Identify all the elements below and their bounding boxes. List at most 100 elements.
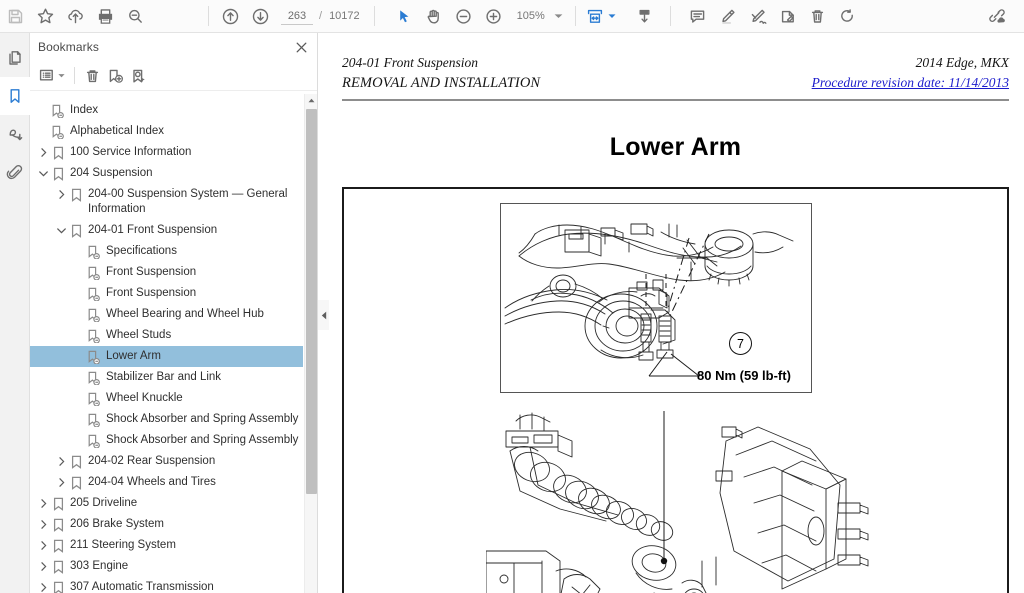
bookmark-item-label: Stabilizer Bar and Link <box>106 371 222 383</box>
page-navigation: / 10172 <box>281 7 360 25</box>
bookmarks-panel-button[interactable] <box>0 77 31 115</box>
add-bookmark-button[interactable] <box>104 64 127 88</box>
pages-icon <box>6 49 24 67</box>
bookmark-icon <box>6 87 24 105</box>
scroll-up-button[interactable] <box>305 94 317 107</box>
bookmark-item[interactable]: Stabilizer Bar and Link <box>30 367 303 388</box>
page-number-input[interactable] <box>281 7 313 25</box>
trash-icon <box>808 7 827 26</box>
page-separator: / <box>319 10 323 22</box>
bookmark-item-label: 204 Suspension <box>70 167 153 179</box>
hand-icon <box>424 7 443 26</box>
chevron-right-icon[interactable] <box>54 454 68 469</box>
bookmark-page-icon <box>86 433 102 448</box>
bookmark-item-label: Front Suspension <box>106 266 197 278</box>
figure-container: 7 80 Nm (59 lb-ft) <box>342 187 1009 593</box>
chevron-right-icon[interactable] <box>36 580 50 593</box>
bookmark-item[interactable]: 204-04 Wheels and Tires <box>30 472 303 493</box>
collapse-panel-handle[interactable] <box>318 300 329 330</box>
bookmark-item[interactable]: 204-02 Rear Suspension <box>30 451 303 472</box>
rotate-button[interactable] <box>833 2 863 30</box>
scrollbar-thumb[interactable] <box>306 109 317 494</box>
save-button[interactable] <box>0 2 30 30</box>
next-page-button[interactable] <box>245 2 275 30</box>
fit-page-icon <box>585 7 605 26</box>
figure-1-callout-7: 7 <box>729 332 752 355</box>
link-cloud-button[interactable] <box>982 2 1012 30</box>
attachments-panel-button[interactable] <box>0 153 30 191</box>
bookmarks-panel: Bookmarks Index Alphabetical Index 100 S… <box>30 33 318 593</box>
bookmark-icon <box>50 580 66 593</box>
bookmark-icon <box>50 496 66 511</box>
stamp-button[interactable] <box>773 2 803 30</box>
chevron-right-icon[interactable] <box>36 538 50 553</box>
bookmark-item[interactable]: Alphabetical Index <box>30 121 303 142</box>
delete-button[interactable] <box>803 2 833 30</box>
chevron-down-icon[interactable] <box>54 223 68 238</box>
bookmark-item[interactable]: 206 Brake System <box>30 514 303 535</box>
bookmark-item[interactable]: 205 Driveline <box>30 493 303 514</box>
comment-bubble-icon <box>688 7 707 26</box>
freehand-button[interactable] <box>743 2 773 30</box>
bookmarks-scrollbar[interactable] <box>304 94 317 593</box>
bookmark-item[interactable]: Shock Absorber and Spring Assembly <box>30 409 303 430</box>
document-view[interactable]: 204-01 Front Suspension 2014 Edge, MKX R… <box>330 33 1024 593</box>
bookmark-item[interactable]: Front Suspension <box>30 262 303 283</box>
set-destination-button[interactable] <box>127 64 150 88</box>
bookmark-item[interactable]: Index <box>30 100 303 121</box>
bookmark-item[interactable]: 100 Service Information <box>30 142 303 163</box>
chevron-right-icon[interactable] <box>54 187 68 202</box>
close-panel-button[interactable] <box>291 37 311 57</box>
chevron-down-icon[interactable] <box>36 166 50 181</box>
bookmark-item[interactable]: Wheel Studs <box>30 325 303 346</box>
bookmark-item[interactable]: 307 Automatic Transmission <box>30 577 303 593</box>
bookmark-item[interactable]: 211 Steering System <box>30 535 303 556</box>
zoom-in-button[interactable] <box>479 2 509 30</box>
chevron-right-icon[interactable] <box>36 496 50 511</box>
bookmark-item-selected[interactable]: Lower Arm <box>30 346 303 367</box>
bookmark-item[interactable]: Wheel Knuckle <box>30 388 303 409</box>
delete-bookmark-button[interactable] <box>81 64 104 88</box>
bookmark-item[interactable]: Wheel Bearing and Wheel Hub <box>30 304 303 325</box>
figure-1-torque-spec: 80 Nm (59 lb-ft) <box>697 368 791 383</box>
bookmark-item[interactable]: Shock Absorber and Spring Assembly <box>30 430 303 451</box>
upload-button[interactable] <box>60 2 90 30</box>
chevron-right-icon[interactable] <box>36 517 50 532</box>
panel-toolbar-separator <box>74 67 75 84</box>
fit-width-button[interactable] <box>630 2 660 30</box>
zoom-level-dropdown[interactable]: 105% <box>517 10 563 22</box>
bookmark-options-button[interactable] <box>36 64 68 88</box>
procedure-revision-link[interactable]: Procedure revision date: 11/14/2013 <box>812 75 1009 91</box>
bookmark-item-label: 204-04 Wheels and Tires <box>88 476 216 488</box>
bookmark-item-label: 307 Automatic Transmission <box>70 581 214 593</box>
print-button[interactable] <box>90 2 120 30</box>
chevron-right-icon[interactable] <box>54 475 68 490</box>
favorite-button[interactable] <box>30 2 60 30</box>
comment-button[interactable] <box>683 2 713 30</box>
link-cloud-icon <box>987 7 1007 26</box>
bookmark-icon <box>50 166 66 181</box>
save-icon <box>7 8 24 25</box>
select-tool-button[interactable] <box>389 2 419 30</box>
find-button[interactable] <box>120 2 150 30</box>
bookmark-item[interactable]: 303 Engine <box>30 556 303 577</box>
signature-icon <box>6 125 24 143</box>
signatures-panel-button[interactable] <box>0 115 30 153</box>
fit-page-button[interactable] <box>586 2 616 30</box>
bookmark-item-label: 205 Driveline <box>70 497 138 509</box>
bookmark-item[interactable]: 204-01 Front Suspension <box>30 220 303 241</box>
bookmark-item[interactable]: 204 Suspension <box>30 163 303 184</box>
bookmark-item[interactable]: 204-00 Suspension System — General Infor… <box>30 184 303 220</box>
zoom-out-button[interactable] <box>449 2 479 30</box>
pages-panel-button[interactable] <box>0 39 30 77</box>
hand-tool-button[interactable] <box>419 2 449 30</box>
rotate-icon <box>838 7 857 26</box>
bookmark-item[interactable]: Specifications <box>30 241 303 262</box>
bookmark-item[interactable]: Front Suspension <box>30 283 303 304</box>
highlight-button[interactable] <box>713 2 743 30</box>
chevron-right-icon[interactable] <box>36 145 50 160</box>
chevron-right-icon[interactable] <box>36 559 50 574</box>
toolbar-separator-1 <box>208 6 209 26</box>
bookmark-tree[interactable]: Index Alphabetical Index 100 Service Infor… <box>30 94 317 593</box>
previous-page-button[interactable] <box>215 2 245 30</box>
